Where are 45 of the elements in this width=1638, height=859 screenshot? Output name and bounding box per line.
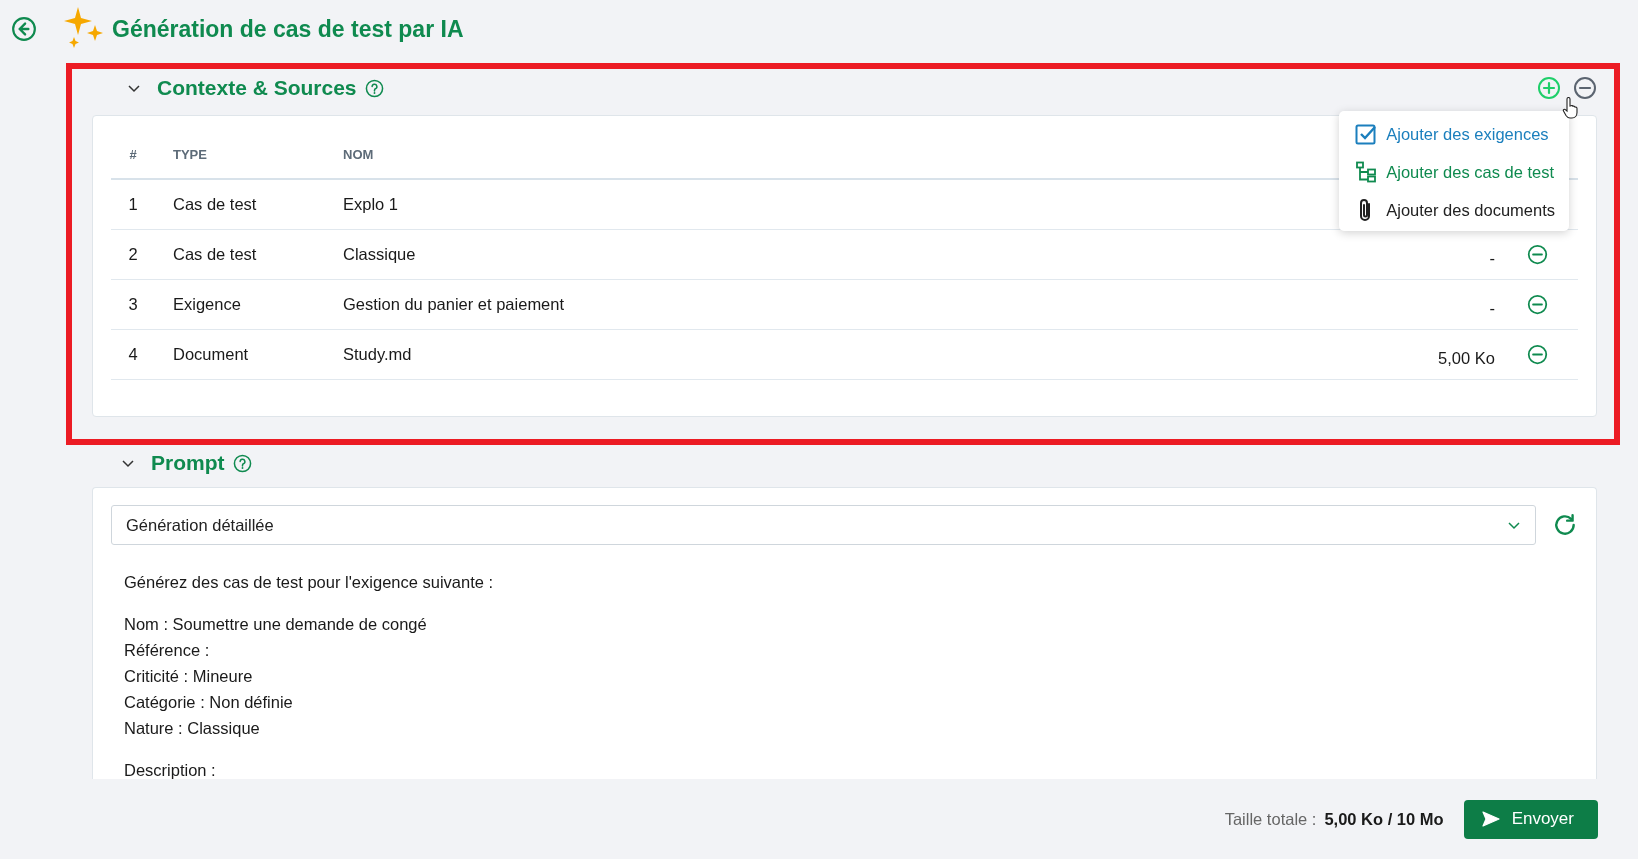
tree-icon (1355, 161, 1378, 183)
table-cell: - (1489, 248, 1495, 267)
prompt-line: Catégorie : Non définie (124, 692, 294, 713)
prompt-line: Nature : Classique (124, 718, 261, 739)
table-cell: Document (173, 345, 249, 363)
menu-item[interactable]: Ajouter des cas de test (1386, 162, 1555, 182)
prompt-line: Référence : (124, 640, 211, 661)
remove-icon[interactable] (1526, 294, 1548, 316)
prompt-line: Criticité : Mineure (124, 666, 254, 687)
help-icon[interactable] (232, 453, 252, 473)
table-cell: Explo 1 (343, 195, 399, 213)
prompt-line: Description : (124, 760, 217, 779)
remove-icon[interactable] (1526, 344, 1548, 366)
total-size-value: 5,00 Ko / 10 Mo (1324, 809, 1444, 829)
template-dropdown[interactable]: Génération détaillée (111, 505, 1536, 545)
table-cell: 1 (128, 195, 138, 213)
table-cell: Exigence (173, 295, 241, 313)
remove-icon[interactable] (1526, 244, 1548, 266)
prompt-line: Nom : Soumettre une demande de congé (124, 614, 428, 635)
menu-item[interactable]: Ajouter des documents (1386, 200, 1555, 220)
back-icon[interactable] (11, 16, 37, 42)
table-cell: Cas de test (173, 245, 257, 263)
column-header: # (111, 130, 155, 179)
refresh-icon[interactable] (1552, 512, 1578, 538)
send-button[interactable]: Envoyer (1463, 799, 1598, 839)
section-title: Prompt (151, 451, 225, 475)
table-cell: Gestion du panier et paiement (343, 295, 565, 313)
table-cell: 5,00 Ko (1438, 348, 1495, 367)
table-cell: Study.md (343, 345, 412, 363)
menu-item[interactable]: Ajouter des exigences (1386, 124, 1549, 144)
page-title: Génération de cas de test par IA (112, 15, 464, 43)
table-cell: 3 (128, 295, 138, 313)
prompt-line: Générez des cas de test pour l'exigence suivante : (124, 572, 495, 593)
table-cell: Classique (343, 245, 416, 263)
table-cell: 2 (128, 245, 138, 263)
checkbox-icon (1355, 123, 1378, 145)
collapse-all-icon[interactable] (1573, 76, 1597, 100)
help-icon[interactable] (364, 78, 384, 98)
send-icon (1481, 811, 1500, 827)
table-cell: 4 (128, 345, 138, 363)
table-cell: Cas de test (173, 195, 257, 213)
section-title: Contexte & Sources (157, 76, 357, 100)
total-size-label: Taille totale : (1224, 809, 1317, 829)
column-header: TYPE (155, 130, 342, 179)
table-cell: - (1489, 298, 1495, 317)
